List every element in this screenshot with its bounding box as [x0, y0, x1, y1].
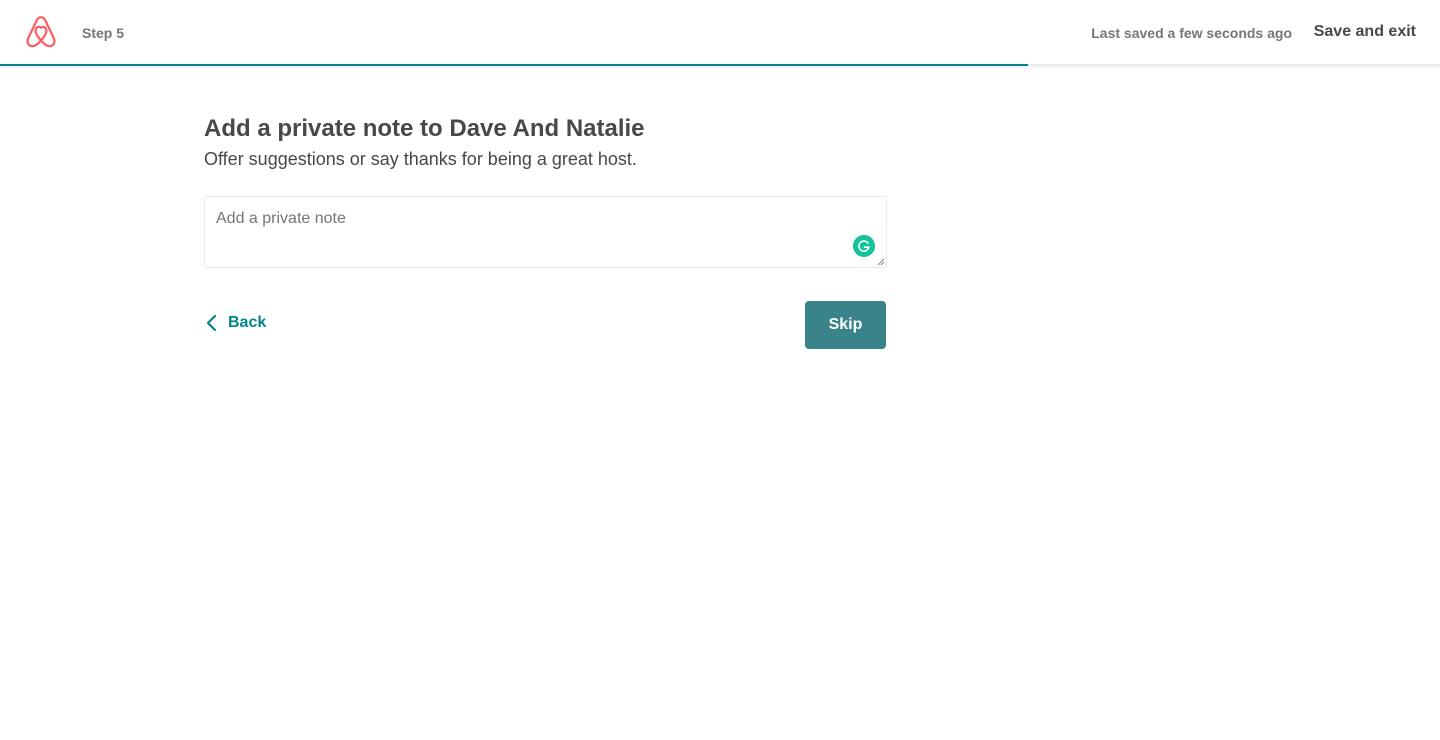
save-and-exit-button[interactable]: Save and exit	[1314, 21, 1416, 43]
page-subtitle: Offer suggestions or say thanks for bein…	[204, 149, 637, 169]
header-shadow	[0, 66, 1440, 70]
back-label: Back	[228, 314, 267, 331]
step-indicator: Step 5	[82, 25, 125, 41]
top-header: Step 5 Last saved a few seconds ago Save…	[0, 0, 1440, 66]
private-note-input[interactable]	[205, 197, 886, 267]
airbnb-logo-icon[interactable]	[25, 15, 57, 49]
resize-handle-icon[interactable]	[877, 258, 885, 266]
chevron-left-icon	[206, 314, 217, 332]
skip-button[interactable]: Skip	[805, 301, 886, 349]
back-button[interactable]: Back	[204, 310, 266, 336]
last-saved-status: Last saved a few seconds ago	[1091, 25, 1292, 41]
private-note-field	[204, 196, 887, 268]
grammarly-icon[interactable]	[853, 235, 875, 257]
page-title: Add a private note to Dave And Natalie	[204, 115, 645, 142]
